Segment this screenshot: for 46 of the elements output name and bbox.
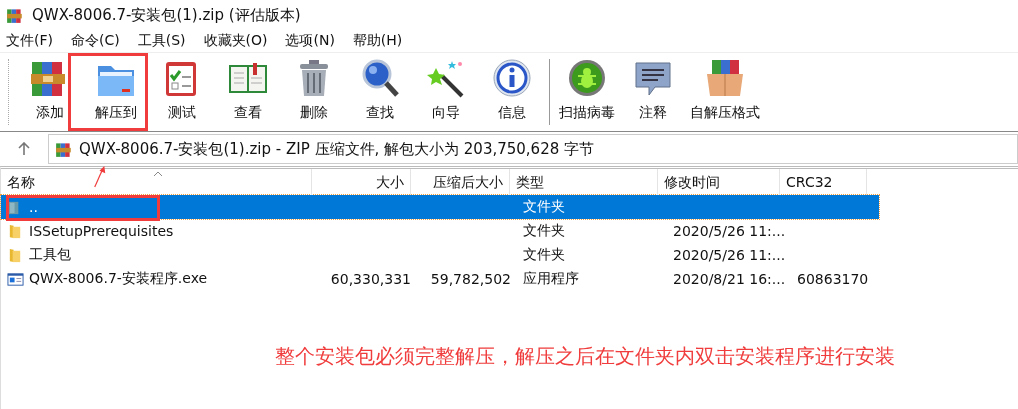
menu-item[interactable]: 帮助(H) bbox=[352, 32, 403, 50]
file-row[interactable]: .. 文件夹 bbox=[1, 195, 879, 219]
search-icon bbox=[360, 58, 400, 98]
table-cell: QWX-8006.7-安装程序.exe bbox=[29, 270, 208, 288]
toolbar-button[interactable]: 查找 bbox=[347, 53, 413, 131]
toolbar-button[interactable]: 查看 bbox=[215, 53, 281, 131]
instruction-note: 整个安装包必须完整解压，解压之后在文件夹内双击安装程序进行安装 bbox=[273, 343, 896, 370]
table-cell: 文件夹 bbox=[523, 222, 565, 240]
up-arrow-icon bbox=[17, 142, 31, 156]
toolbar-button[interactable]: 添加 bbox=[17, 53, 83, 131]
program-icon bbox=[7, 270, 24, 288]
toolbar-button[interactable]: 测试 bbox=[149, 53, 215, 131]
table-cell: 59,782,502 bbox=[430, 271, 511, 287]
menu-item[interactable]: 命令(C) bbox=[71, 32, 120, 50]
table-cell: 2020/5/26 11:... bbox=[673, 247, 786, 263]
bug-icon bbox=[567, 58, 607, 98]
table-cell: .. bbox=[29, 199, 38, 215]
menu-item[interactable]: 选项(N) bbox=[285, 32, 335, 50]
toolbar-button[interactable]: 删除 bbox=[281, 53, 347, 131]
sort-caret-icon bbox=[153, 171, 163, 177]
toolbar-button[interactable]: 信息 bbox=[479, 53, 545, 131]
menu-item[interactable]: 收藏夹(O) bbox=[203, 32, 268, 50]
table-cell: 文件夹 bbox=[523, 198, 565, 216]
table-cell: 2020/8/21 16:... bbox=[673, 271, 786, 287]
toolbar-button[interactable]: 注释 bbox=[620, 53, 686, 131]
toolbar-button[interactable]: 向导 bbox=[413, 53, 479, 131]
archive-icon bbox=[55, 140, 73, 158]
annotation-arrow bbox=[92, 166, 108, 188]
toolbar-button[interactable]: 扫描病毒 bbox=[554, 53, 620, 131]
info-icon bbox=[492, 58, 532, 98]
window-title: QWX-8006.7-安装包(1).zip (评估版本) bbox=[32, 5, 301, 25]
table-cell: 2020/5/26 11:... bbox=[673, 223, 786, 239]
table-cell: ISSetupPrerequisites bbox=[29, 223, 174, 239]
table-cell: 应用程序 bbox=[523, 270, 579, 288]
table-cell: 工具包 bbox=[29, 246, 71, 264]
app-icon bbox=[6, 6, 24, 24]
toolbar-button[interactable]: 解压到 bbox=[83, 53, 149, 131]
address-field[interactable]: QWX-8006.7-安装包(1).zip - ZIP 压缩文件, 解包大小为 203,750,628 字节 bbox=[48, 134, 1018, 164]
table-cell: 60863170 bbox=[797, 271, 869, 287]
box-icon bbox=[705, 58, 745, 98]
menu-item[interactable]: 文件(F) bbox=[6, 32, 53, 50]
toolbar-button[interactable]: 自解压格式 bbox=[686, 53, 764, 131]
menu-item[interactable]: 工具(S) bbox=[137, 32, 186, 50]
table-cell: 60,330,331 bbox=[330, 271, 411, 287]
table-cell: 文件夹 bbox=[523, 246, 565, 264]
address-text: QWX-8006.7-安装包(1).zip - ZIP 压缩文件, 解包大小为 203,750,628 字节 bbox=[79, 139, 595, 159]
